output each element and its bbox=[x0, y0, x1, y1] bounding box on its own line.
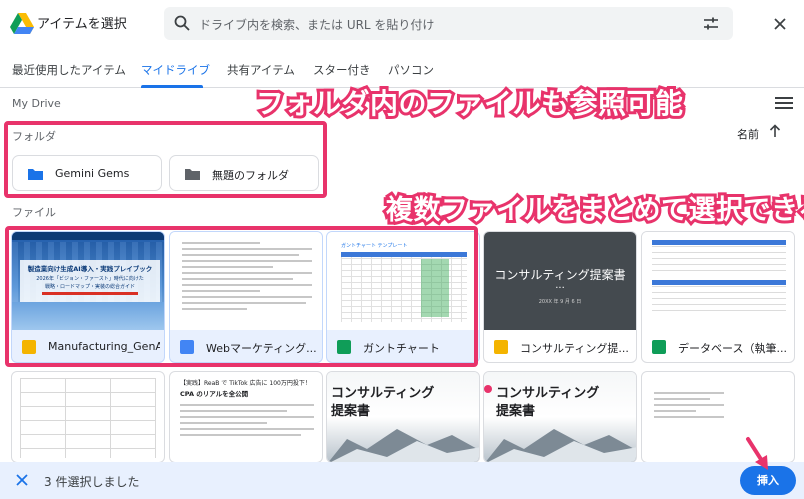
file-card[interactable]: コンサルティング提案書 ... 20XX 年 9 月 6 日 コンサルティング提… bbox=[483, 231, 637, 363]
file-name: コンサルティング提... bbox=[520, 342, 629, 355]
mountain-image bbox=[328, 429, 479, 462]
search-icon bbox=[174, 15, 190, 31]
clear-selection-icon[interactable] bbox=[15, 473, 29, 487]
folder-name: 無題のフォルダ bbox=[212, 169, 289, 182]
file-card[interactable]: 【実践】ReaB で TikTok 広告に 100万円投下！ CPA のリアルを… bbox=[169, 371, 323, 463]
tab-shared[interactable]: 共有アイテム bbox=[227, 62, 295, 78]
folder-name: Gemini Gems bbox=[55, 167, 130, 180]
thumbnail-title: コンサルティング bbox=[496, 386, 600, 401]
files-section-label: ファイル bbox=[12, 206, 56, 219]
folder-icon bbox=[185, 169, 200, 180]
file-thumbnail bbox=[642, 232, 794, 330]
annotation-folder-note: フォルダ内のファイルも参照可能 bbox=[253, 84, 686, 123]
thumbnail-date: 20XX 年 9 月 6 日 bbox=[538, 299, 582, 305]
sort-by-name[interactable]: 名前 bbox=[737, 126, 759, 142]
annotation-multi-select-note: 複数ファイルをまとめて選択できる bbox=[383, 192, 804, 229]
list-view-icon[interactable] bbox=[775, 96, 793, 110]
file-card-footer: コンサルティング提... bbox=[484, 330, 636, 362]
thumbnail-ellipsis: ... bbox=[555, 280, 565, 291]
mountain-image bbox=[485, 429, 636, 462]
file-name: データベース（執筆... bbox=[678, 342, 787, 355]
google-drive-logo-icon bbox=[10, 13, 34, 34]
search-input[interactable]: ドライブ内を検索、または URL を貼り付け bbox=[199, 16, 434, 33]
file-card[interactable]: コンサルティング 提案書 bbox=[326, 371, 480, 463]
breadcrumb[interactable]: My Drive bbox=[12, 97, 61, 110]
sheets-file-icon bbox=[652, 340, 666, 354]
file-card[interactable] bbox=[11, 371, 165, 463]
picker-header: アイテムを選択 ドライブ内を検索、または URL を貼り付け bbox=[0, 0, 804, 48]
thumbnail-title: 【実践】ReaB で TikTok 広告に 100万円投下！ bbox=[180, 380, 311, 387]
selection-bar: 3 件選択しました bbox=[0, 462, 804, 499]
tab-computers[interactable]: パソコン bbox=[388, 62, 434, 78]
filter-options-icon[interactable] bbox=[703, 16, 719, 32]
tab-starred[interactable]: スター付き bbox=[313, 62, 371, 78]
files-highlight-box bbox=[5, 226, 478, 367]
search-bar[interactable]: ドライブ内を検索、または URL を貼り付け bbox=[164, 7, 733, 40]
slides-file-icon bbox=[494, 340, 508, 354]
tab-recent[interactable]: 最近使用したアイテム bbox=[12, 62, 126, 78]
active-tab-indicator bbox=[141, 85, 203, 88]
thumbnail-subtitle: 提案書 bbox=[496, 404, 536, 419]
pointer-arrow-icon bbox=[746, 437, 768, 470]
thumbnail-subtitle: 提案書 bbox=[331, 404, 371, 419]
folder-item[interactable]: Gemini Gems bbox=[12, 155, 162, 191]
tab-my-drive[interactable]: マイドライブ bbox=[141, 62, 210, 78]
file-thumbnail: コンサルティング提案書 ... 20XX 年 9 月 6 日 bbox=[484, 232, 636, 330]
file-card[interactable]: データベース（執筆... bbox=[641, 231, 795, 363]
thumbnail-title: コンサルティング bbox=[331, 386, 435, 401]
close-icon[interactable] bbox=[770, 14, 790, 34]
file-card[interactable]: コンサルティング 提案書 bbox=[483, 371, 637, 463]
folder-item[interactable]: 無題のフォルダ bbox=[169, 155, 319, 191]
thumbnail-subtitle: CPA のリアルを全公開 bbox=[180, 390, 249, 398]
sort-ascending-icon[interactable] bbox=[768, 124, 782, 138]
selection-count: 3 件選択しました bbox=[44, 475, 140, 489]
folder-icon bbox=[28, 169, 43, 180]
file-card-footer: データベース（執筆... bbox=[642, 330, 794, 362]
picker-title: アイテムを選択 bbox=[37, 17, 127, 32]
